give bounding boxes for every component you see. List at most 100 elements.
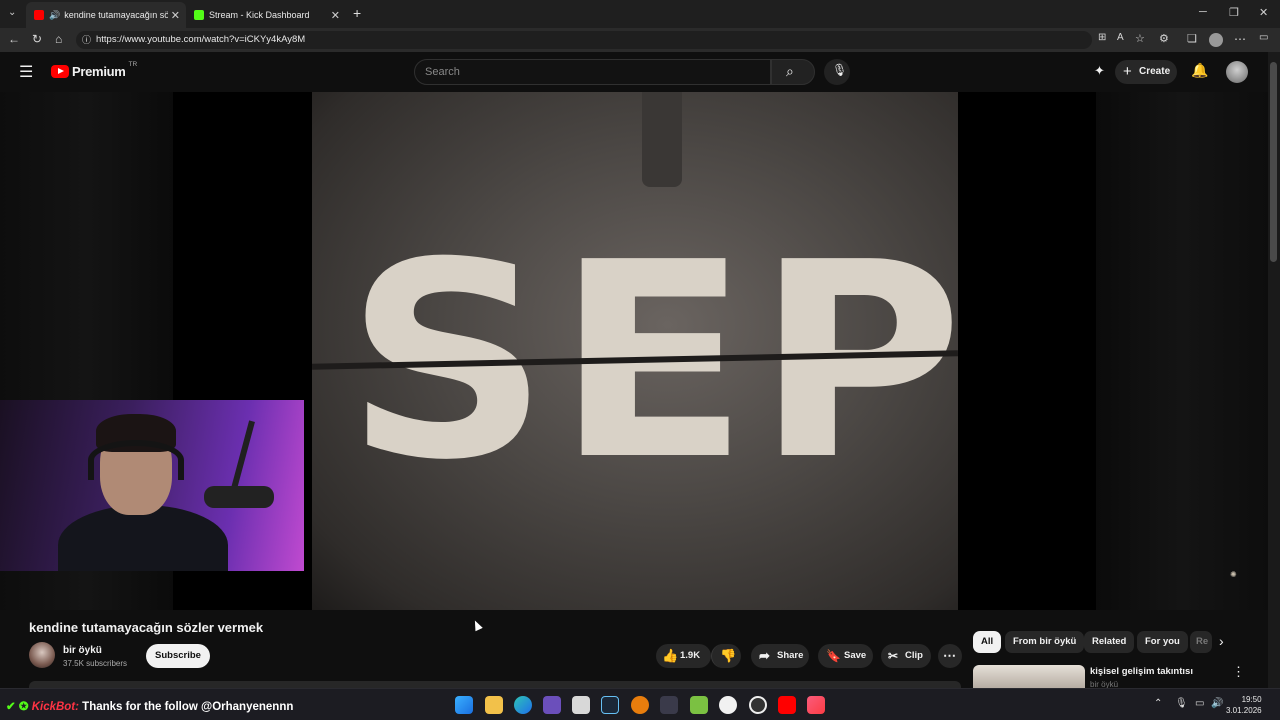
- thumbs-down-icon: 👎: [720, 648, 737, 663]
- davinci-resolve-icon[interactable]: [660, 696, 678, 714]
- premium-gift-icon[interactable]: ✦: [1094, 63, 1105, 79]
- related-video-menu-icon[interactable]: ⋮: [1232, 664, 1245, 680]
- reload-icon[interactable]: ↻: [32, 32, 42, 46]
- steam-icon[interactable]: [601, 696, 619, 714]
- new-tab-plus-icon[interactable]: +: [353, 5, 361, 21]
- close-tab-icon[interactable]: ✕: [331, 9, 340, 22]
- scrollbar-thumb[interactable]: [1270, 62, 1277, 262]
- url-text: https://www.youtube.com/watch?v=iCKYy4kA…: [96, 34, 306, 45]
- obs-icon[interactable]: [749, 696, 767, 714]
- page-scrollbar[interactable]: [1268, 52, 1280, 688]
- translate-icon[interactable]: A: [1117, 32, 1124, 43]
- clip-button[interactable]: ✂ Clip: [881, 644, 931, 668]
- description-box-edge[interactable]: [29, 681, 961, 688]
- tab-youtube-video[interactable]: 🔊 kendine tutamayacağın sözle ✕: [26, 2, 186, 28]
- windows-start-icon[interactable]: [455, 696, 473, 714]
- youtube-app-icon[interactable]: [778, 696, 796, 714]
- share-label: Share: [777, 650, 804, 661]
- video-frame: SEP: [312, 92, 958, 610]
- search-icon: ⌕: [786, 63, 794, 79]
- apple-music-icon[interactable]: [807, 696, 825, 714]
- logo-text: Premium: [72, 64, 126, 79]
- calculator-icon[interactable]: [572, 696, 590, 714]
- search-input[interactable]: Search: [414, 59, 771, 85]
- tab-title: kendine tutamayacağın sözle: [64, 10, 169, 20]
- app-available-icon[interactable]: ⊞: [1098, 32, 1106, 43]
- sign-clip: [642, 92, 682, 187]
- bookmark-icon: 🔖: [826, 649, 841, 663]
- chip-for-you[interactable]: For you: [1137, 631, 1188, 653]
- tab-kick-dashboard[interactable]: Stream - Kick Dashboard ✕: [186, 2, 346, 28]
- subscriber-count: 37.5K subscribers: [63, 659, 128, 668]
- more-actions-button[interactable]: ⋯: [938, 644, 962, 668]
- kickbot-name: KickBot:: [31, 701, 79, 713]
- like-button[interactable]: 👍 1.9K: [656, 644, 711, 668]
- favorite-star-icon[interactable]: ☆: [1135, 32, 1145, 45]
- channel-avatar[interactable]: [29, 642, 55, 668]
- create-label: Create: [1139, 66, 1171, 77]
- blender-icon[interactable]: [631, 696, 649, 714]
- white-circle-app-icon[interactable]: [719, 696, 737, 714]
- maximize-icon[interactable]: ❐: [1229, 6, 1239, 19]
- back-arrow-icon[interactable]: ←: [8, 32, 20, 46]
- profile-avatar-icon[interactable]: [1209, 33, 1223, 47]
- edge-browser-icon[interactable]: [514, 696, 532, 714]
- streamer-webcam-overlay: [0, 400, 304, 571]
- speaker-icon: 🔊: [49, 9, 61, 20]
- microphone: [204, 486, 274, 508]
- subscribe-button[interactable]: Subscribe: [146, 644, 210, 668]
- green-app-icon[interactable]: [690, 696, 708, 714]
- youtube-masthead: ☰ Premium TR Search ⌕ 🎙 ✦ + Create 🔔: [0, 52, 1268, 92]
- notifications-bell-icon[interactable]: 🔔: [1191, 62, 1208, 79]
- account-avatar[interactable]: [1226, 61, 1248, 83]
- home-icon[interactable]: ⌂: [55, 32, 62, 46]
- chip-all[interactable]: All: [973, 631, 1002, 653]
- microphone-icon: 🎙: [832, 63, 848, 77]
- system-clock[interactable]: 19:50 3.01.2026: [1226, 694, 1262, 716]
- save-button[interactable]: 🔖 Save: [818, 644, 873, 668]
- volume-icon[interactable]: 🔊: [1211, 698, 1223, 709]
- close-tab-icon[interactable]: ✕: [171, 9, 180, 22]
- kick-favicon-icon: [194, 10, 204, 20]
- chip-from-channel[interactable]: From bir öykü: [1005, 631, 1085, 653]
- file-explorer-icon[interactable]: [485, 696, 503, 714]
- kickbot-chat-overlay: ✔ ✪ KickBot: Thanks for the follow @Orha…: [6, 699, 293, 713]
- share-button[interactable]: ➦ Share: [751, 644, 809, 668]
- address-bar[interactable]: ⓘ https://www.youtube.com/watch?v=iCKYy4…: [76, 31, 1092, 49]
- network-icon[interactable]: ▭: [1195, 698, 1204, 709]
- mic-tray-icon[interactable]: 🎙: [1175, 698, 1188, 709]
- like-count: 1.9K: [680, 650, 701, 661]
- youtube-premium-logo[interactable]: Premium TR: [51, 61, 137, 79]
- related-video-channel: bir öykü: [1090, 680, 1119, 688]
- kick-badge-icon: ✪: [18, 701, 29, 713]
- tab-actions-chevron-icon[interactable]: ⌄: [8, 7, 16, 18]
- related-video-title[interactable]: kişisel gelişim takıntısı: [1090, 666, 1193, 677]
- extensions-icon[interactable]: ⚙: [1159, 32, 1169, 45]
- site-info-icon[interactable]: ⓘ: [82, 31, 91, 49]
- dislike-button[interactable]: 👎: [711, 644, 741, 668]
- windows-taskbar: ✔ ✪ KickBot: Thanks for the follow @Orha…: [0, 688, 1280, 720]
- related-video-thumbnail[interactable]: [973, 665, 1085, 688]
- minimize-icon[interactable]: ─: [1199, 6, 1207, 18]
- chip-related[interactable]: Related: [1084, 631, 1135, 653]
- visual-studio-icon[interactable]: [543, 696, 561, 714]
- chip-truncated[interactable]: Re: [1190, 631, 1212, 653]
- channel-name[interactable]: bir öykü: [63, 645, 102, 656]
- clock-date: 3.01.2026: [1226, 706, 1262, 715]
- create-button[interactable]: + Create: [1115, 60, 1177, 84]
- mouse-cursor-icon: [471, 618, 483, 632]
- window-close-icon[interactable]: ✕: [1259, 6, 1268, 19]
- search-button[interactable]: ⌕: [771, 59, 815, 85]
- more-menu-icon[interactable]: ⋯: [1234, 32, 1246, 46]
- hamburger-menu-icon[interactable]: ☰: [19, 62, 33, 82]
- browser-toolbar: ← ↻ ⌂ ⓘ https://www.youtube.com/watch?v=…: [0, 28, 1280, 52]
- more-horizontal-icon: ⋯: [943, 648, 956, 663]
- tray-chevron-icon[interactable]: ⌃: [1154, 698, 1162, 709]
- collections-icon[interactable]: ❏: [1187, 32, 1197, 45]
- sidebar-toggle-icon[interactable]: ▭: [1259, 32, 1268, 43]
- browser-tab-strip: ⌄ 🔊 kendine tutamayacağın sözle ✕ Stream…: [0, 0, 1280, 28]
- voice-search-button[interactable]: 🎙: [824, 59, 850, 85]
- save-label: Save: [844, 650, 867, 661]
- mic-arm: [231, 420, 255, 490]
- chips-next-chevron-icon[interactable]: ›: [1219, 633, 1224, 649]
